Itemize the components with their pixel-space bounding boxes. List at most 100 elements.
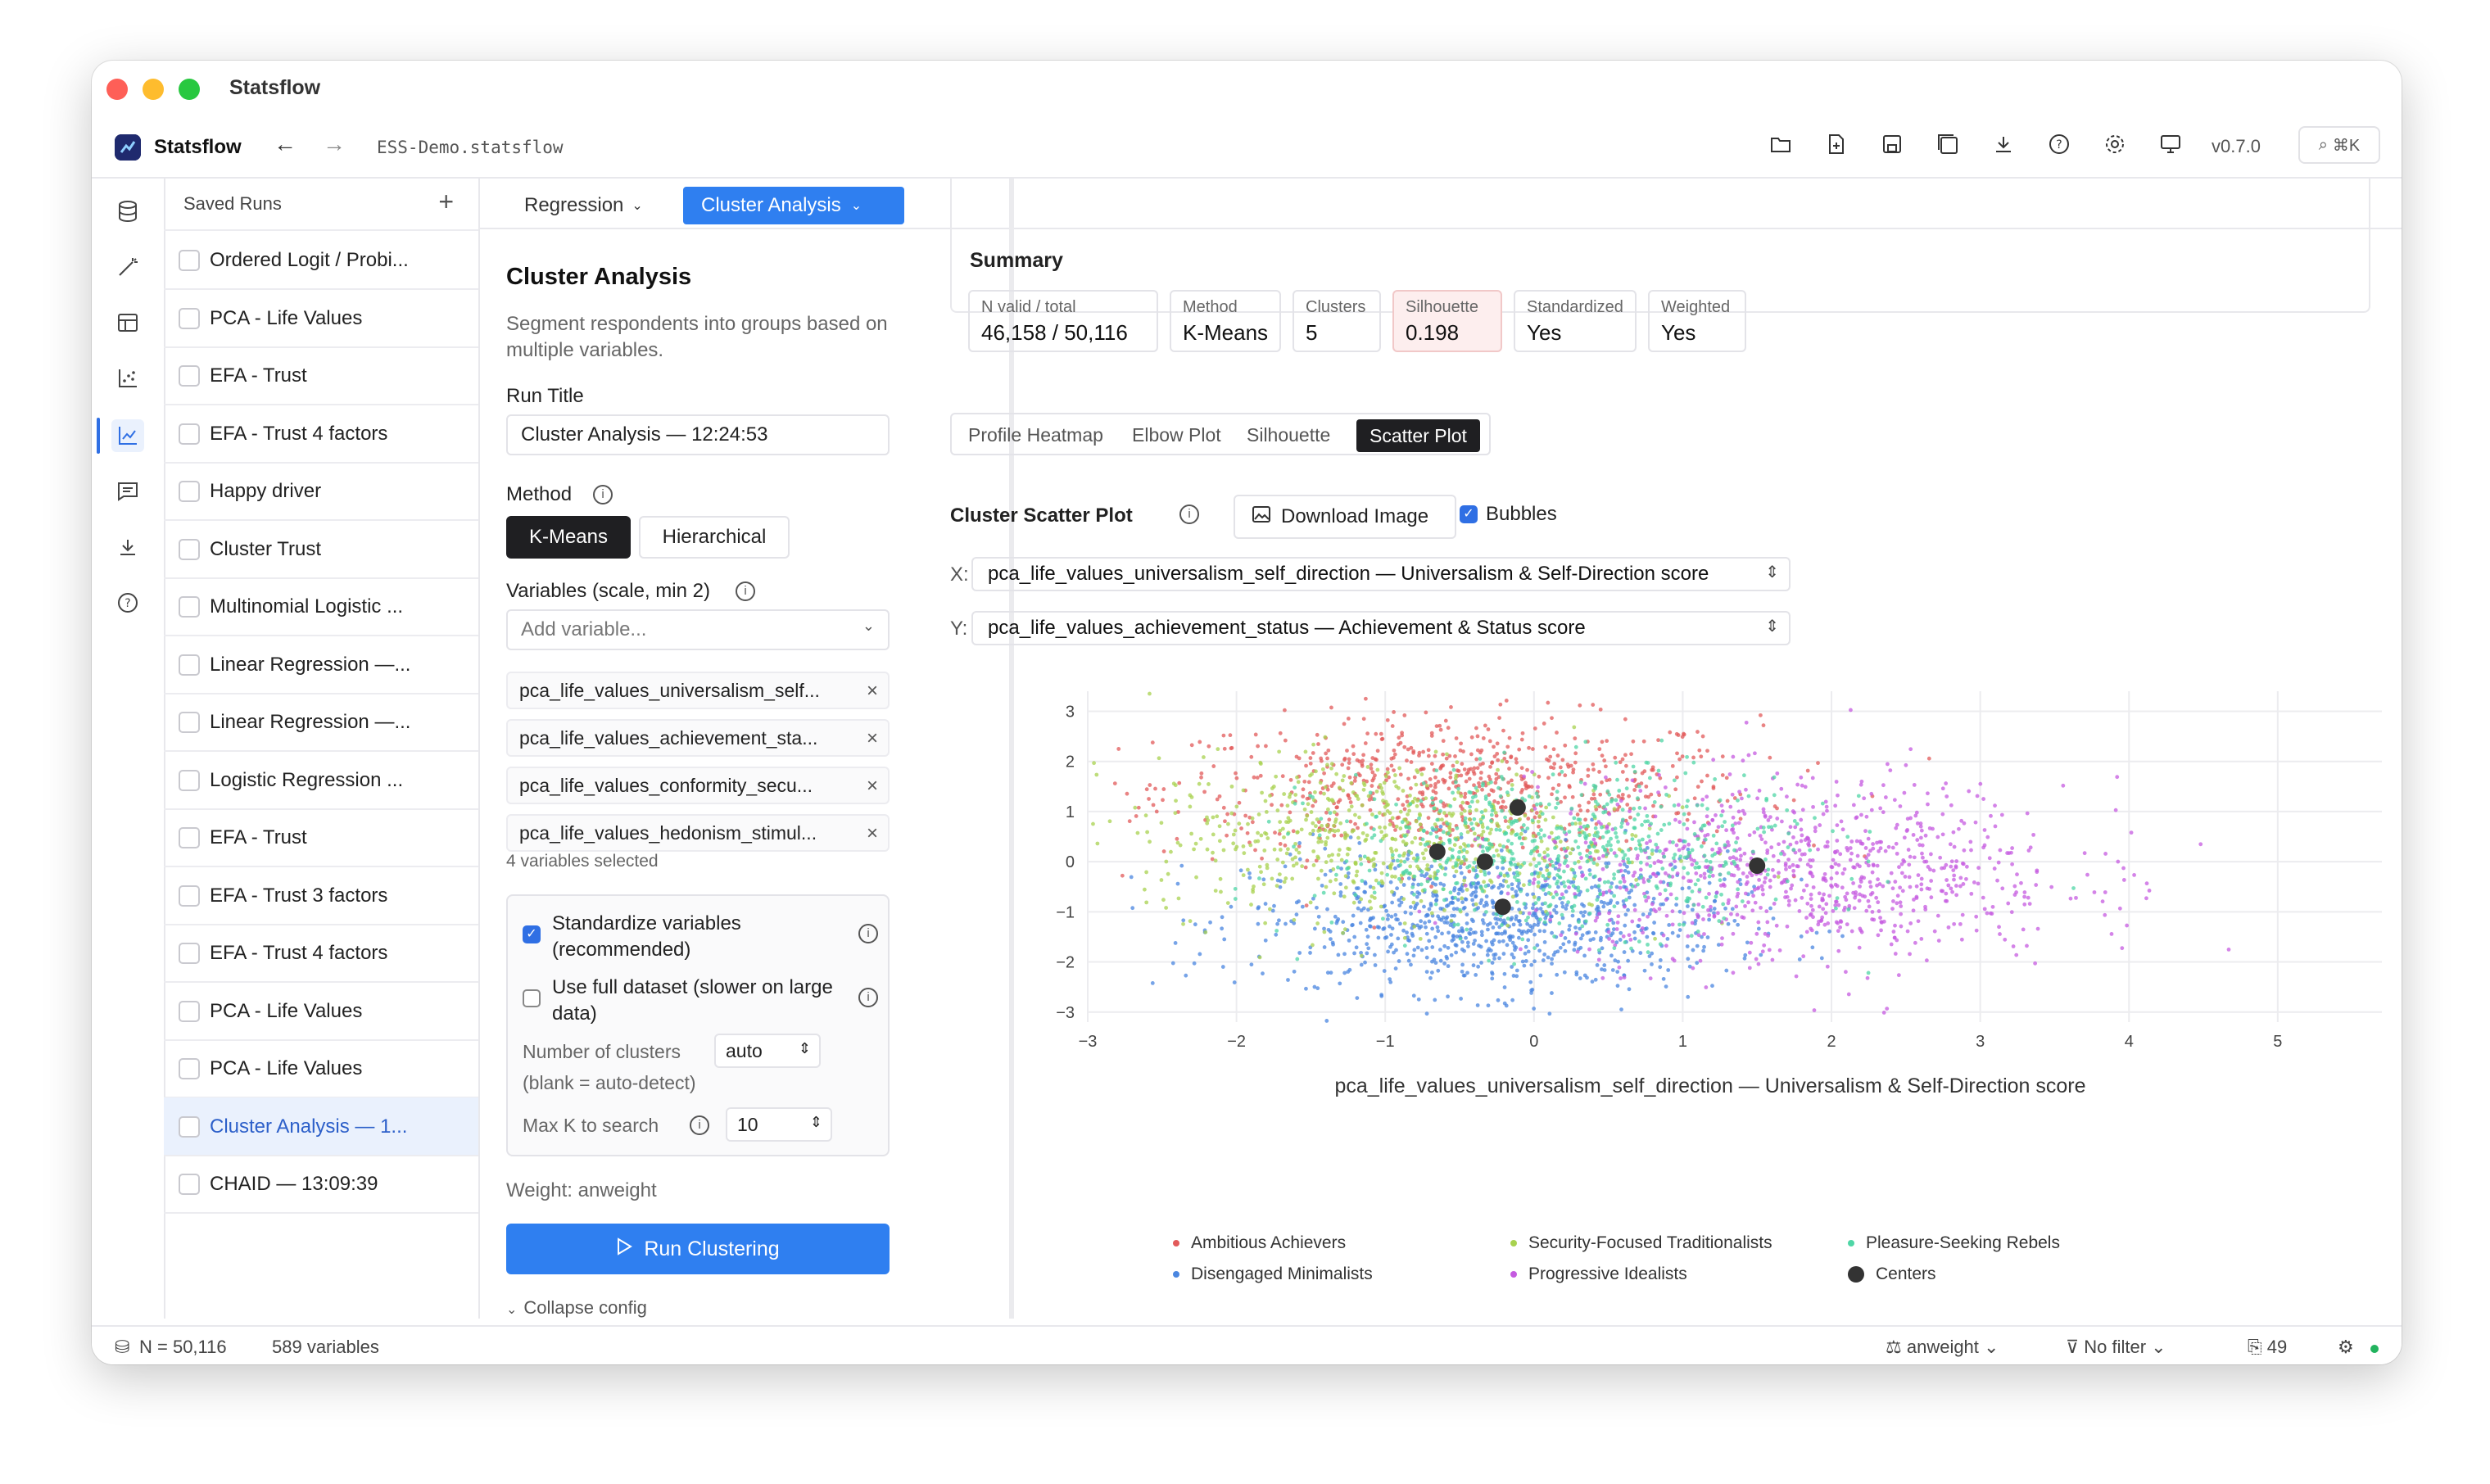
- data-point: [1545, 863, 1550, 868]
- saved-run-item[interactable]: EFA - Trust 3 factors: [164, 866, 478, 925]
- full-dataset-checkbox[interactable]: [523, 989, 541, 1007]
- remove-variable-icon[interactable]: ×: [867, 727, 878, 750]
- line-chart-icon[interactable]: [111, 419, 144, 452]
- saved-run-item[interactable]: Cluster Trust: [164, 520, 478, 579]
- run-checkbox[interactable]: [179, 538, 200, 560]
- filter-menu[interactable]: ⊽ No filter ⌄: [2066, 1337, 2166, 1358]
- saved-run-item[interactable]: Linear Regression —...: [164, 693, 478, 752]
- legend-item[interactable]: Pleasure-Seeking Rebels: [1848, 1233, 2060, 1253]
- saved-run-item[interactable]: EFA - Trust: [164, 808, 478, 867]
- saved-run-item[interactable]: PCA - Life Values: [164, 1039, 478, 1098]
- add-variable-select[interactable]: Add variable... ⌄: [506, 609, 890, 650]
- comment-icon[interactable]: [111, 475, 144, 508]
- legend-item[interactable]: Progressive Idealists: [1510, 1265, 1687, 1284]
- command-search-button[interactable]: ⌕ ⌘K: [2298, 126, 2380, 164]
- saved-run-item[interactable]: Cluster Analysis — 1...: [164, 1097, 478, 1156]
- close-window-button[interactable]: [106, 79, 128, 100]
- run-checkbox[interactable]: [179, 712, 200, 733]
- legend-item[interactable]: Disengaged Minimalists: [1173, 1265, 1373, 1284]
- settings-icon[interactable]: [2102, 131, 2128, 157]
- bubbles-checkbox[interactable]: ✓: [1460, 505, 1478, 523]
- saved-run-item[interactable]: PCA - Life Values: [164, 289, 478, 348]
- run-checkbox[interactable]: [179, 596, 200, 618]
- run-checkbox[interactable]: [179, 1115, 200, 1138]
- saved-run-item[interactable]: EFA - Trust 4 factors: [164, 924, 478, 983]
- saved-run-item[interactable]: Multinomial Logistic ...: [164, 577, 478, 636]
- collapse-config-label: Collapse config: [523, 1297, 647, 1318]
- legend-item[interactable]: Ambitious Achievers: [1173, 1233, 1346, 1253]
- help-icon[interactable]: ?: [111, 586, 144, 619]
- standardize-info-icon[interactable]: i: [858, 924, 878, 943]
- forward-arrow-icon[interactable]: →: [323, 131, 346, 157]
- max-k-input[interactable]: 10 ⇕: [726, 1107, 832, 1142]
- x-axis-select[interactable]: pca_life_values_universalism_self_direct…: [971, 557, 1791, 591]
- method-kmeans-button[interactable]: K-Means: [506, 516, 631, 559]
- run-checkbox[interactable]: [179, 769, 200, 791]
- open-folder-icon[interactable]: [1768, 131, 1794, 157]
- import-icon[interactable]: [111, 531, 144, 563]
- run-clustering-button[interactable]: Run Clustering: [506, 1224, 890, 1274]
- weight-menu[interactable]: ⚖ anweight ⌄: [1886, 1337, 1999, 1358]
- cpu-icon[interactable]: ⚙: [2338, 1337, 2354, 1358]
- saved-run-item[interactable]: Happy driver: [164, 462, 478, 521]
- new-file-icon[interactable]: [1823, 131, 1849, 157]
- help-icon[interactable]: ?: [2046, 131, 2072, 157]
- run-checkbox[interactable]: [179, 423, 200, 445]
- remove-variable-icon[interactable]: ×: [867, 822, 878, 845]
- wand-icon[interactable]: [111, 251, 144, 283]
- history-count[interactable]: ⎘ 49: [2248, 1337, 2287, 1358]
- saved-run-item[interactable]: Linear Regression —...: [164, 636, 478, 694]
- data-point: [1412, 775, 1417, 780]
- zoom-window-button[interactable]: [179, 79, 200, 100]
- collapse-config-button[interactable]: ⌄ Collapse config: [506, 1297, 647, 1319]
- download-icon[interactable]: [1990, 131, 2017, 157]
- saved-run-item[interactable]: CHAID — 13:09:39: [164, 1155, 478, 1214]
- variables-info-icon[interactable]: i: [736, 581, 755, 601]
- add-run-button[interactable]: +: [438, 187, 454, 217]
- back-arrow-icon[interactable]: ←: [274, 131, 297, 157]
- y-axis-select[interactable]: pca_life_values_achievement_status — Ach…: [971, 611, 1791, 645]
- run-checkbox[interactable]: [179, 827, 200, 848]
- run-checkbox[interactable]: [179, 307, 200, 329]
- legend-item[interactable]: Security-Focused Traditionalists: [1510, 1233, 1772, 1253]
- full-dataset-info-icon[interactable]: i: [858, 988, 878, 1007]
- run-checkbox[interactable]: [179, 1058, 200, 1079]
- run-checkbox[interactable]: [179, 250, 200, 271]
- bubbles-toggle[interactable]: ✓ Bubbles: [1460, 503, 1557, 526]
- display-icon[interactable]: [2157, 131, 2184, 157]
- table-icon[interactable]: [111, 306, 144, 339]
- num-clusters-input[interactable]: auto ⇕: [714, 1034, 821, 1068]
- tab-profile-heatmap[interactable]: Profile Heatmap: [968, 424, 1103, 446]
- run-checkbox[interactable]: [179, 1174, 200, 1195]
- run-checkbox[interactable]: [179, 1000, 200, 1022]
- run-checkbox[interactable]: [179, 885, 200, 907]
- run-checkbox[interactable]: [179, 481, 200, 502]
- saved-run-item[interactable]: EFA - Trust: [164, 346, 478, 405]
- tab-elbow-plot[interactable]: Elbow Plot: [1132, 424, 1221, 446]
- data-point: [1705, 858, 1709, 863]
- method-hierarchical-button[interactable]: Hierarchical: [639, 516, 790, 559]
- saved-run-item[interactable]: Logistic Regression ...: [164, 751, 478, 810]
- database-icon[interactable]: [111, 195, 144, 228]
- minimize-window-button[interactable]: [143, 79, 164, 100]
- saved-run-item[interactable]: EFA - Trust 4 factors: [164, 405, 478, 464]
- remove-variable-icon[interactable]: ×: [867, 775, 878, 798]
- remove-variable-icon[interactable]: ×: [867, 680, 878, 703]
- run-checkbox[interactable]: [179, 365, 200, 387]
- standardize-checkbox[interactable]: ✓: [523, 925, 541, 943]
- run-checkbox[interactable]: [179, 654, 200, 676]
- max-k-info-icon[interactable]: i: [690, 1115, 709, 1135]
- scatter-info-icon[interactable]: i: [1179, 504, 1199, 524]
- method-info-icon[interactable]: i: [593, 485, 613, 504]
- save-icon[interactable]: [1879, 131, 1905, 157]
- run-checkbox[interactable]: [179, 943, 200, 964]
- saved-run-item[interactable]: PCA - Life Values: [164, 982, 478, 1041]
- download-image-button[interactable]: Download Image: [1234, 495, 1456, 539]
- save-as-icon[interactable]: [1935, 131, 1961, 157]
- run-title-input[interactable]: Cluster Analysis — 12:24:53: [506, 414, 890, 455]
- tab-silhouette[interactable]: Silhouette: [1247, 424, 1330, 446]
- saved-run-item[interactable]: Ordered Logit / Probi...: [164, 231, 478, 290]
- legend-item[interactable]: Centers: [1848, 1265, 1936, 1284]
- tab-scatter-plot[interactable]: Scatter Plot: [1356, 419, 1480, 452]
- scatter-icon[interactable]: [111, 362, 144, 395]
